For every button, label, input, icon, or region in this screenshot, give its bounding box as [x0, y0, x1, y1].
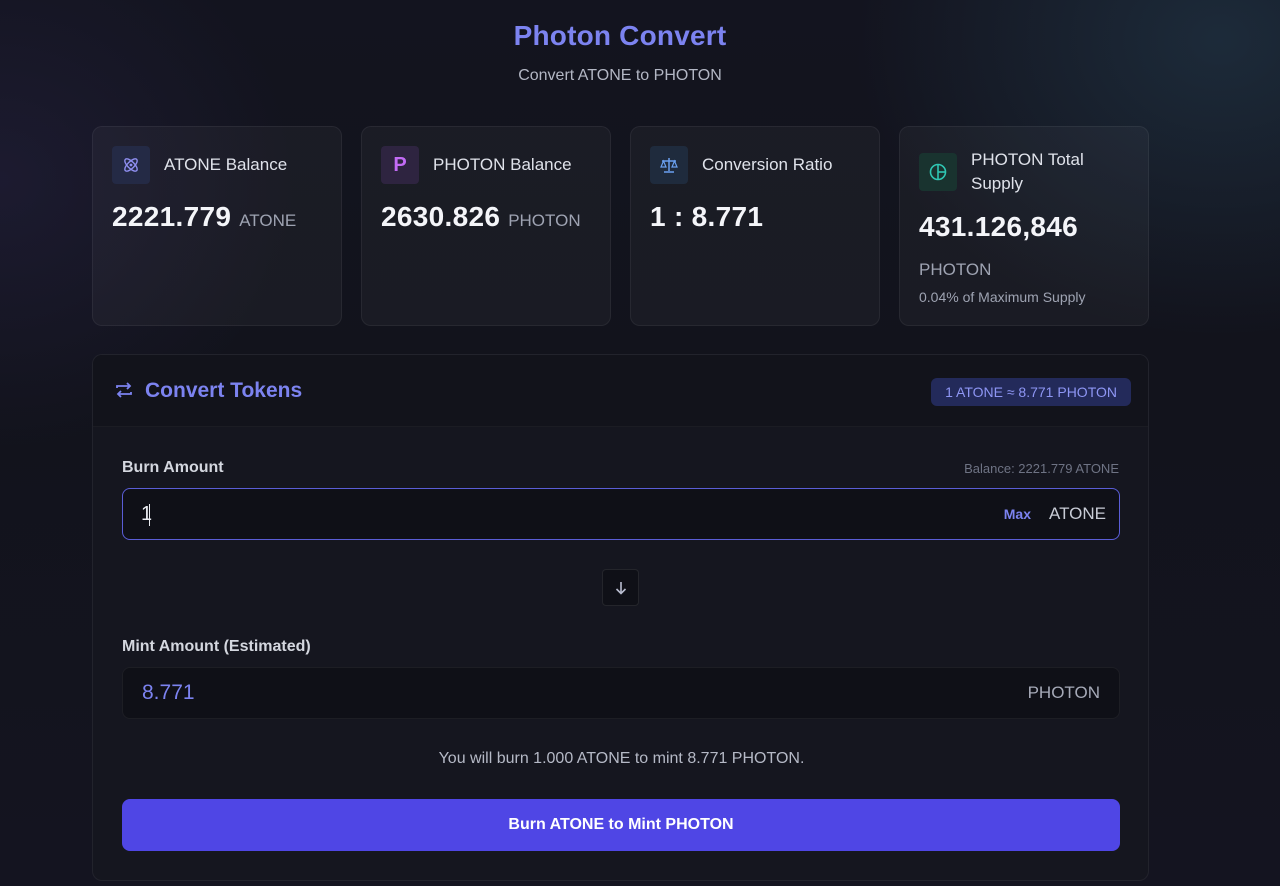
atone-balance-value: 2221.779 — [112, 201, 232, 232]
photon-supply-unit: PHOTON — [919, 260, 992, 279]
burn-balance-note: Balance: 2221.779 ATONE — [964, 461, 1119, 476]
conversion-ratio-card: Conversion Ratio 1 : 8.771 — [630, 126, 880, 326]
burn-amount-input[interactable] — [141, 489, 841, 539]
conversion-summary: You will burn 1.000 ATONE to mint 8.771 … — [438, 750, 805, 767]
burn-amount-label: Burn Amount — [122, 459, 224, 476]
scale-icon — [650, 146, 688, 184]
swap-arrows-icon — [115, 381, 133, 404]
convert-panel: Convert Tokens 1 ATONE ≈ 8.771 PHOTON Bu… — [92, 354, 1149, 881]
mint-amount-field: 8.771 PHOTON — [122, 667, 1120, 719]
atone-balance-unit: ATONE — [239, 211, 297, 230]
conversion-ratio-value: 1 : 8.771 — [650, 201, 764, 232]
photon-balance-card: P PHOTON Balance 2630.826 PHOTON — [361, 126, 611, 326]
card-label-line2: Supply — [971, 174, 1023, 193]
photon-p-icon: P — [381, 146, 419, 184]
card-label: Conversion Ratio — [702, 155, 833, 174]
atone-balance-card: ATONE Balance 2221.779 ATONE — [92, 126, 342, 326]
max-button[interactable]: Max — [1004, 506, 1031, 522]
text-caret — [149, 504, 150, 526]
photon-balance-unit: PHOTON — [508, 211, 581, 230]
mint-token-label: PHOTON — [1027, 683, 1100, 702]
atom-icon — [112, 146, 150, 184]
photon-p-letter: P — [393, 153, 407, 176]
card-label: ATONE Balance — [164, 155, 288, 174]
pie-chart-icon — [919, 153, 957, 191]
convert-panel-title: Convert Tokens — [145, 379, 303, 402]
mint-amount-value: 8.771 — [142, 681, 195, 704]
burn-mint-button[interactable]: Burn ATONE to Mint PHOTON — [122, 799, 1120, 851]
page-title: Photon Convert — [513, 20, 727, 51]
photon-supply-card: PHOTON Total Supply 431.126,846 PHOTON 0… — [899, 126, 1149, 326]
burn-amount-field[interactable]: Max ATONE — [122, 488, 1120, 540]
mint-amount-label: Mint Amount (Estimated) — [122, 638, 311, 655]
rate-badge: 1 ATONE ≈ 8.771 PHOTON — [931, 378, 1131, 406]
photon-supply-value: 431.126,846 — [919, 211, 1079, 242]
card-label-line1: PHOTON Total — [971, 150, 1084, 169]
card-label: PHOTON Balance — [433, 155, 572, 174]
direction-arrow-button[interactable] — [602, 569, 639, 606]
convert-panel-header: Convert Tokens 1 ATONE ≈ 8.771 PHOTON — [93, 355, 1148, 427]
supply-percentage-note: 0.04% of Maximum Supply — [919, 289, 1086, 305]
arrow-down-icon — [615, 581, 626, 595]
photon-balance-value: 2630.826 — [381, 201, 501, 232]
page-subtitle: Convert ATONE to PHOTON — [518, 67, 722, 84]
card-label: PHOTON Total Supply — [971, 148, 1084, 196]
burn-token-label: ATONE — [1049, 504, 1106, 523]
